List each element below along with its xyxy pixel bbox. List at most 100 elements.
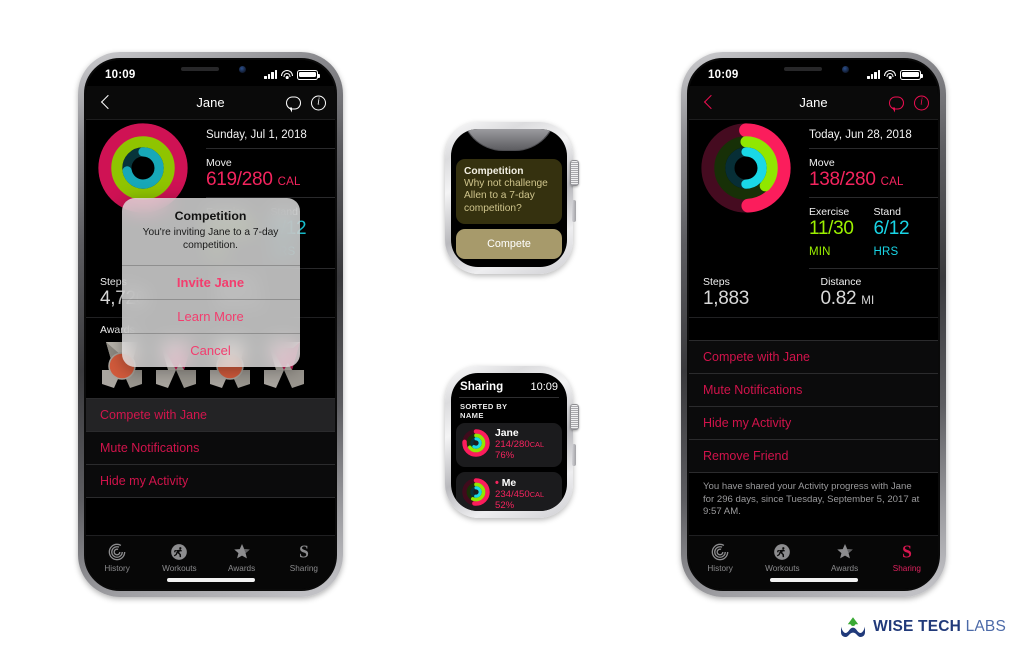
watch-body: Sharing 10:09 SORTED BY NAME Jane 214/28…	[445, 366, 579, 518]
activity-rings-svg	[701, 123, 791, 213]
sorted-by-line1: SORTED BY	[460, 401, 508, 411]
menu-item-mute[interactable]: Mute Notifications	[689, 373, 938, 407]
tab-label: History	[707, 564, 733, 573]
back-chevron-icon[interactable]	[699, 93, 719, 113]
history-rings-icon	[108, 543, 126, 561]
menu-item-mute[interactable]: Mute Notifications	[86, 431, 335, 465]
sharing-list-item-jane[interactable]: Jane 214/280CAL 76%	[456, 423, 562, 468]
stat-number: 11/30	[809, 217, 854, 239]
watch-time: 10:09	[530, 380, 558, 393]
tab-sharing[interactable]: S Sharing	[876, 542, 938, 573]
tab-workouts[interactable]: Workouts	[751, 542, 813, 573]
workouts-runner-icon	[171, 544, 188, 560]
status-indicators	[867, 69, 923, 80]
logo-word-tech: TECH	[918, 618, 962, 635]
home-indicator[interactable]	[769, 578, 858, 582]
watch-body: Competition Why not challenge Allen to a…	[445, 122, 579, 274]
home-indicator[interactable]	[166, 578, 255, 582]
message-bubble-icon[interactable]	[286, 96, 301, 112]
menu-item-hide-activity[interactable]: Hide my Activity	[86, 464, 335, 498]
side-button[interactable]	[572, 200, 576, 222]
iphone-right-screen: 10:09 Jane i Today, Jun 28, 2018 Move 13…	[689, 60, 938, 589]
compete-button[interactable]: Compete	[456, 229, 562, 260]
sharing-footnote: You have shared your Activity progress w…	[703, 480, 920, 518]
side-button[interactable]	[572, 444, 576, 466]
awards-star-icon	[233, 544, 250, 559]
tab-sharing[interactable]: S Sharing	[273, 542, 335, 573]
apple-watch-bottom: Sharing 10:09 SORTED BY NAME Jane 214/28…	[445, 366, 579, 518]
stat-number: 619/280	[206, 168, 273, 190]
stat-unit: MI	[861, 295, 875, 308]
menu-item-compete[interactable]: Compete with Jane	[689, 340, 938, 374]
sharing-s-icon: S	[902, 542, 912, 561]
watch-screen-top: Competition Why not challenge Allen to a…	[451, 129, 567, 267]
nav-actions: i	[286, 95, 326, 112]
sharing-item-text: • Me 234/450CAL 52%	[495, 477, 544, 511]
stat-number: 0.82	[820, 288, 857, 310]
alert-learn-more-button[interactable]: Learn More	[121, 298, 300, 333]
info-circle-icon[interactable]: i	[914, 95, 929, 110]
stat-value: 138/280 CAL	[809, 168, 938, 191]
iphone-right: 10:09 Jane i Today, Jun 28, 2018 Move 13…	[681, 52, 946, 597]
sorted-by-line2: NAME	[460, 410, 484, 420]
stat-value: 6/12 HRS	[874, 218, 939, 261]
friend-percent: 52%	[495, 499, 515, 511]
mini-rings-svg	[462, 429, 490, 457]
tab-workouts[interactable]: Workouts	[148, 542, 210, 573]
digital-crown[interactable]	[570, 160, 579, 186]
stat-number: 138/280	[809, 168, 876, 190]
stat-value: 619/280 CAL	[206, 168, 335, 191]
status-indicators	[264, 69, 320, 80]
tab-label: Workouts	[765, 564, 800, 573]
wave-logo-icon	[841, 617, 866, 637]
earpiece-speaker	[783, 67, 822, 71]
menu-item-compete[interactable]: Compete with Jane	[86, 398, 335, 432]
tab-label: Awards	[228, 564, 256, 573]
menu-item-remove-friend[interactable]: Remove Friend	[689, 439, 938, 473]
iphone-left-body: 10:09 Jane i Sunday, Jul 1, 2018 Move 61…	[84, 58, 337, 591]
logo-wordmark: WISE TECH LABS	[873, 618, 1006, 636]
friend-name-text: Me	[501, 478, 517, 490]
sharing-s-icon: S	[299, 542, 309, 561]
mini-activity-rings	[462, 429, 490, 462]
stat-number: 1,883	[703, 288, 750, 310]
tab-awards[interactable]: Awards	[211, 542, 273, 573]
page-title: Jane	[799, 95, 828, 110]
alert-message: You're inviting Jane to a 7-day competit…	[142, 227, 279, 252]
content-right: Today, Jun 28, 2018 Move 138/280 CAL Exe…	[689, 120, 938, 589]
info-circle-icon[interactable]: i	[311, 95, 326, 110]
tab-history[interactable]: History	[86, 542, 148, 573]
watch-screen-title: Sharing	[460, 380, 504, 393]
digital-crown[interactable]	[570, 404, 579, 430]
mini-activity-rings	[462, 478, 490, 511]
cellular-signal-icon	[867, 70, 880, 79]
watch-sharing-header: Sharing 10:09	[451, 373, 567, 396]
notch	[757, 60, 870, 80]
watch-screen-bottom: Sharing 10:09 SORTED BY NAME Jane 214/28…	[451, 373, 567, 511]
alert-invite-button[interactable]: Invite Jane	[121, 264, 300, 299]
earpiece-speaker	[180, 67, 219, 71]
stat-label: Exercise	[809, 205, 850, 218]
message-bubble-icon[interactable]	[889, 96, 904, 112]
sharing-list-item-me[interactable]: • Me 234/450CAL 52%	[456, 472, 562, 511]
friend-actions-right: Compete with Jane Mute Notifications Hid…	[689, 339, 938, 473]
battery-icon	[900, 69, 923, 80]
stat-unit: MIN	[809, 245, 831, 258]
wise-tech-labs-logo: WISE TECH LABS	[840, 616, 1006, 638]
nav-bar-right: Jane i	[689, 86, 938, 120]
front-camera	[238, 66, 246, 73]
awards-star-icon	[836, 544, 853, 559]
alert-cancel-button[interactable]: Cancel	[121, 332, 300, 367]
stat-unit: CAL	[880, 175, 904, 188]
stat-value: 1,883	[703, 288, 821, 310]
tab-awards[interactable]: Awards	[814, 542, 876, 573]
cal-unit: CAL	[529, 490, 545, 500]
back-chevron-icon[interactable]	[96, 93, 116, 113]
stat-label: Steps	[703, 276, 730, 289]
notification-title: Competition	[464, 166, 524, 177]
tab-history[interactable]: History	[689, 542, 751, 573]
menu-item-hide-activity[interactable]: Hide my Activity	[689, 406, 938, 440]
tab-label: Sharing	[892, 564, 921, 573]
stat-label: Move	[809, 156, 835, 169]
stat-unit: CAL	[277, 175, 301, 188]
